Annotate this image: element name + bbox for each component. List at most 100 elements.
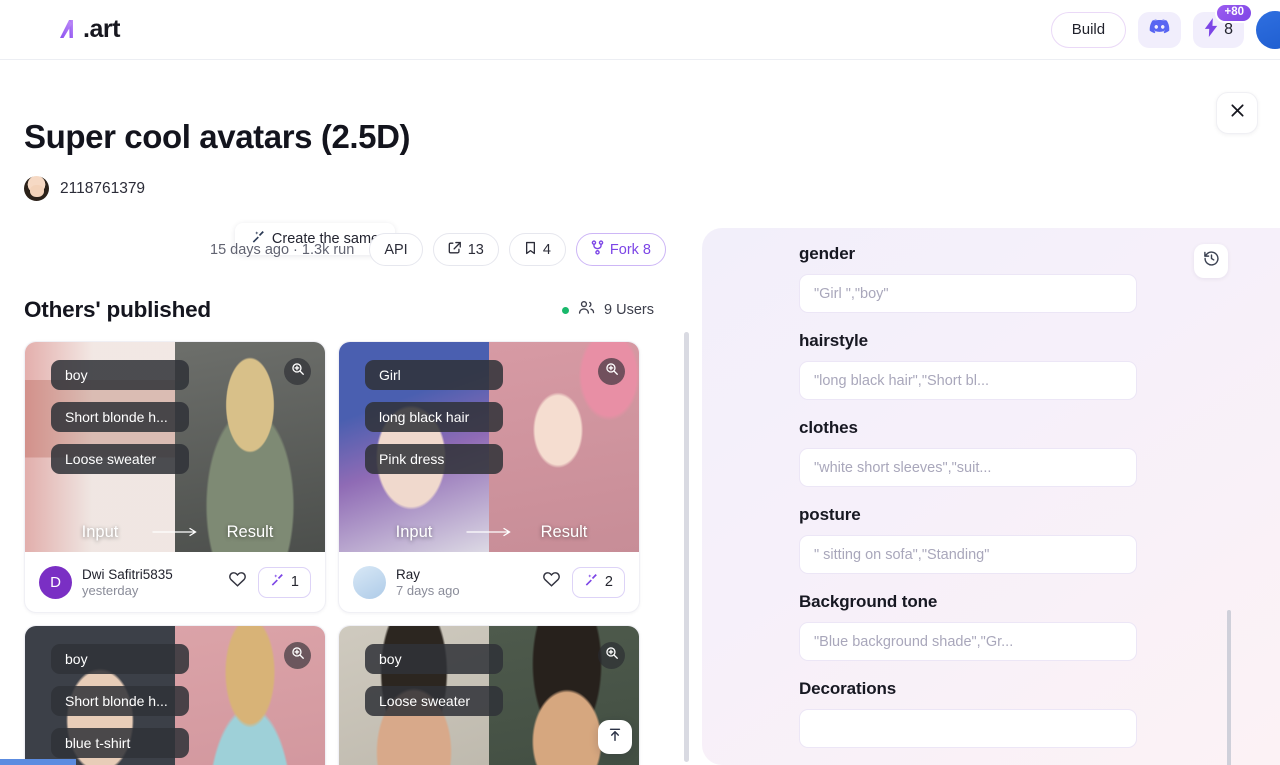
form-field-clothes: clothes (799, 418, 1280, 487)
card-author-name: Ray (396, 566, 421, 582)
run-count-button[interactable]: 2 (571, 566, 625, 598)
form-field-hairstyle: hairstyle (799, 331, 1280, 400)
run-count: 2 (604, 574, 613, 591)
tag-list: Girl long black hair Pink dress (365, 360, 503, 475)
detail-left-column: Super cool avatars (2.5D) 2118761379 15 … (0, 60, 690, 765)
hairstyle-input[interactable] (799, 361, 1137, 400)
bookmark-button[interactable]: 4 (508, 233, 566, 266)
tag-item: long black hair (365, 402, 503, 433)
user-avatar[interactable] (1256, 10, 1280, 49)
arrow-up-to-line-icon (607, 727, 623, 748)
caption-row: Input Result (25, 523, 325, 542)
bookmark-count: 4 (542, 241, 551, 258)
like-button[interactable] (228, 571, 247, 593)
decorations-input[interactable] (799, 709, 1137, 748)
field-label: posture (799, 505, 861, 524)
users-icon (578, 300, 595, 320)
card-media[interactable]: boy Short blonde h... blue t-shirt (25, 626, 325, 765)
tag-list: boy Short blonde h... Loose sweater (51, 360, 189, 475)
posture-input[interactable] (799, 535, 1137, 574)
published-card[interactable]: boy Short blonde h... Loose sweater Inpu… (24, 341, 326, 614)
form-field-decorations: Decorations (799, 679, 1280, 748)
clothes-input[interactable] (799, 448, 1137, 487)
credits-badge: +80 (1215, 2, 1253, 23)
author-avatar (24, 176, 49, 202)
card-timestamp: 7 days ago (396, 582, 460, 598)
field-label: Background tone (799, 592, 938, 611)
background-tone-input[interactable] (799, 622, 1137, 661)
fork-icon (591, 240, 604, 259)
card-actions: 2 (542, 566, 625, 598)
fork-label: Fork 8 (609, 241, 651, 258)
card-author-name: Dwi Safitri5835 (82, 566, 173, 582)
field-label: clothes (799, 418, 858, 437)
users-count-label: 9 Users (604, 302, 654, 319)
app-header: .art Build 8 +80 (0, 0, 1280, 60)
published-section-header: Others' published 9 Users (24, 297, 666, 323)
field-label: Decorations (799, 679, 897, 698)
field-label: hairstyle (799, 331, 869, 350)
card-footer: Ray 7 days ago 2 (339, 552, 639, 612)
bookmark-icon (524, 241, 537, 259)
published-card[interactable]: boy Short blonde h... blue t-shirt (24, 625, 326, 765)
close-button[interactable] (1216, 92, 1258, 134)
page-title: Super cool avatars (2.5D) (24, 118, 411, 155)
card-author-avatar (353, 565, 386, 599)
share-button[interactable]: 13 (432, 233, 499, 266)
left-scrollbar[interactable] (684, 332, 689, 762)
like-button[interactable] (542, 571, 561, 593)
credits-button[interactable]: 8 +80 (1193, 2, 1253, 48)
card-timestamp: yesterday (82, 582, 139, 598)
app-root: .art Build 8 +80 Super cool avatars (2.5… (0, 0, 1280, 765)
discord-button[interactable] (1138, 11, 1182, 48)
horizontal-scrollbar[interactable] (0, 759, 76, 765)
tag-item: Loose sweater (51, 444, 189, 475)
logo[interactable]: .art (56, 15, 120, 44)
card-actions: 1 (228, 566, 311, 598)
fork-button[interactable]: Fork 8 (575, 233, 666, 266)
api-button[interactable]: API (369, 233, 423, 266)
zoom-in-icon (291, 362, 305, 381)
magic-wand-icon (584, 573, 598, 591)
card-author-avatar: D (39, 565, 72, 599)
parameters-form: gender hairstyle clothes posture Backgro… (702, 228, 1280, 748)
card-footer: D Dwi Safitri5835 yesterday 1 (25, 552, 325, 612)
tag-item: boy (365, 644, 503, 675)
logo-text: .art (83, 15, 120, 43)
published-card[interactable]: boy Loose sweater (338, 625, 640, 765)
build-button[interactable]: Build (1050, 11, 1127, 48)
tag-item: boy (51, 360, 189, 391)
tag-item: Pink dress (365, 444, 503, 475)
author-row[interactable]: 2118761379 (24, 176, 666, 202)
lightning-bolt-icon (1204, 17, 1219, 42)
zoom-in-icon (605, 646, 619, 665)
users-online: 9 Users (562, 300, 666, 320)
run-meta-text: 15 days ago · 1.3k run (210, 241, 355, 258)
tag-item: Girl (365, 360, 503, 391)
history-button[interactable] (1194, 244, 1228, 278)
zoom-in-icon (605, 362, 619, 381)
scroll-to-top-button[interactable] (598, 720, 632, 754)
card-media[interactable]: boy Loose sweater (339, 626, 639, 765)
share-icon (448, 241, 462, 259)
magic-wand-icon (270, 573, 284, 591)
panel-scrollbar[interactable] (1227, 610, 1231, 765)
card-author-meta: Dwi Safitri5835 yesterday (82, 567, 173, 598)
card-media[interactable]: Girl long black hair Pink dress Input Re… (339, 342, 639, 553)
header-actions: Build 8 +80 (1050, 2, 1280, 49)
credits-count: 8 (1224, 20, 1233, 38)
form-field-posture: posture (799, 505, 1280, 574)
parameters-panel: gender hairstyle clothes posture Backgro… (702, 228, 1280, 765)
tag-item: Short blonde h... (51, 402, 189, 433)
card-author-meta: Ray 7 days ago (396, 567, 460, 598)
run-count-button[interactable]: 1 (257, 566, 311, 598)
brand-logo-icon (56, 17, 82, 43)
published-card[interactable]: Girl long black hair Pink dress Input Re… (338, 341, 640, 614)
card-media[interactable]: boy Short blonde h... Loose sweater Inpu… (25, 342, 325, 553)
gender-input[interactable] (799, 274, 1137, 313)
arrow-icon (152, 524, 198, 542)
history-clock-icon (1203, 250, 1220, 272)
tag-list: boy Loose sweater (365, 644, 503, 717)
tag-item: blue t-shirt (51, 728, 189, 759)
arrow-icon (466, 524, 512, 542)
